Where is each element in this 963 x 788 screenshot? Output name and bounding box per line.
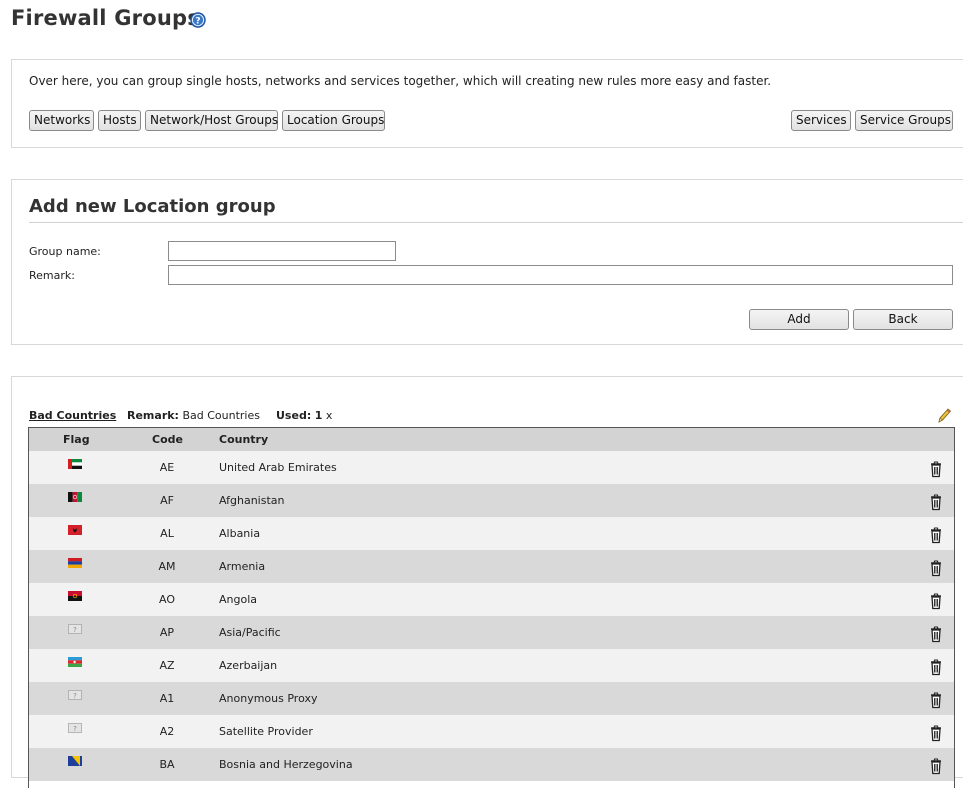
location-group-panel: Bad Countries Remark: Bad Countries Used… bbox=[11, 376, 963, 788]
location-groups-button[interactable]: Location Groups bbox=[282, 110, 385, 131]
country-name: Armenia bbox=[219, 560, 266, 573]
column-flag: Flag bbox=[63, 433, 90, 446]
add-button[interactable]: Add bbox=[749, 309, 849, 330]
country-code: AO bbox=[159, 593, 175, 606]
help-icon[interactable]: ? bbox=[190, 12, 206, 28]
table-row: AL Albania bbox=[29, 517, 954, 550]
trash-icon[interactable] bbox=[928, 625, 944, 643]
pencil-icon[interactable] bbox=[936, 407, 952, 425]
country-name: Afghanistan bbox=[219, 494, 285, 507]
hosts-button[interactable]: Hosts bbox=[98, 110, 141, 131]
remark-label: Remark: bbox=[127, 409, 179, 422]
country-code: A1 bbox=[159, 692, 175, 705]
country-name: Albania bbox=[219, 527, 261, 540]
section-title: Add new Location group bbox=[29, 196, 276, 217]
country-code: AL bbox=[160, 527, 174, 540]
used-count: 1 bbox=[314, 409, 323, 422]
table-row: ? A2 Satellite Provider bbox=[29, 715, 954, 748]
country-code: AE bbox=[159, 461, 175, 474]
table-row: AO Angola bbox=[29, 583, 954, 616]
group-name-input[interactable] bbox=[168, 241, 396, 261]
flag-ao-icon bbox=[68, 591, 82, 601]
used-label: Used: bbox=[276, 409, 312, 422]
page-title: Firewall Groups bbox=[11, 6, 200, 30]
country-name: Anonymous Proxy bbox=[219, 692, 318, 705]
flag-af-icon bbox=[68, 492, 82, 502]
country-code: AF bbox=[160, 494, 174, 507]
group-name-label: Group name: bbox=[29, 245, 101, 258]
network-host-groups-button[interactable]: Network/Host Groups bbox=[145, 110, 278, 131]
svg-text:?: ? bbox=[73, 725, 77, 733]
table-row: ? AP Asia/Pacific bbox=[29, 616, 954, 649]
back-button[interactable]: Back bbox=[853, 309, 953, 330]
flag-al-icon bbox=[68, 525, 82, 535]
table-row: AE United Arab Emirates bbox=[29, 451, 954, 484]
trash-icon[interactable] bbox=[928, 493, 944, 511]
table-row: AM Armenia bbox=[29, 550, 954, 583]
country-name: United Arab Emirates bbox=[219, 461, 337, 474]
trash-icon[interactable] bbox=[928, 592, 944, 610]
divider bbox=[29, 222, 963, 223]
flag-am-icon bbox=[68, 558, 82, 568]
intro-text: Over here, you can group single hosts, n… bbox=[29, 74, 772, 88]
remark-input[interactable] bbox=[168, 265, 953, 285]
flag-unknown-icon: ? bbox=[68, 690, 82, 700]
svg-text:?: ? bbox=[195, 17, 200, 27]
table-row: AZ Azerbaijan bbox=[29, 649, 954, 682]
trash-icon[interactable] bbox=[928, 691, 944, 709]
svg-text:?: ? bbox=[73, 626, 77, 634]
location-group-table: Flag Code Country AE United Arab Emirates… bbox=[28, 427, 955, 788]
table-body: AE United Arab Emirates AF Afghanistan AL Alb… bbox=[29, 451, 954, 781]
services-button[interactable]: Services bbox=[791, 110, 851, 131]
country-code: AZ bbox=[159, 659, 175, 672]
trash-icon[interactable] bbox=[928, 559, 944, 577]
flag-az-icon bbox=[68, 657, 82, 667]
group-remark: Remark: Bad Countries bbox=[127, 409, 260, 422]
svg-text:?: ? bbox=[73, 692, 77, 700]
remark-value: Bad Countries bbox=[182, 409, 260, 422]
flag-ae-icon bbox=[68, 459, 82, 469]
table-row: ? A1 Anonymous Proxy bbox=[29, 682, 954, 715]
flag-unknown-icon: ? bbox=[68, 624, 82, 634]
group-used: Used: 1 x bbox=[276, 409, 332, 422]
add-location-group-panel: Add new Location group Group name: Remar… bbox=[11, 179, 963, 345]
trash-icon[interactable] bbox=[928, 658, 944, 676]
country-code: A2 bbox=[159, 725, 175, 738]
country-code: AM bbox=[158, 560, 176, 573]
networks-button[interactable]: Networks bbox=[29, 110, 94, 131]
country-name: Angola bbox=[219, 593, 258, 606]
trash-icon[interactable] bbox=[928, 526, 944, 544]
country-name: Azerbaijan bbox=[219, 659, 278, 672]
used-suffix: x bbox=[325, 409, 333, 422]
country-name: Asia/Pacific bbox=[219, 626, 281, 639]
group-name-link[interactable]: Bad Countries bbox=[29, 409, 116, 422]
country-name: Satellite Provider bbox=[219, 725, 313, 738]
trash-icon[interactable] bbox=[928, 757, 944, 775]
flag-unknown-icon: ? bbox=[68, 723, 82, 733]
remark-label: Remark: bbox=[29, 269, 75, 282]
country-code: AP bbox=[159, 626, 175, 639]
trash-icon[interactable] bbox=[928, 460, 944, 478]
table-header: Flag Code Country bbox=[29, 428, 954, 451]
column-code: Code bbox=[152, 433, 183, 446]
service-groups-button[interactable]: Service Groups bbox=[855, 110, 953, 131]
intro-panel: Over here, you can group single hosts, n… bbox=[11, 59, 963, 148]
trash-icon[interactable] bbox=[928, 724, 944, 742]
column-country: Country bbox=[219, 433, 269, 446]
table-row: AF Afghanistan bbox=[29, 484, 954, 517]
